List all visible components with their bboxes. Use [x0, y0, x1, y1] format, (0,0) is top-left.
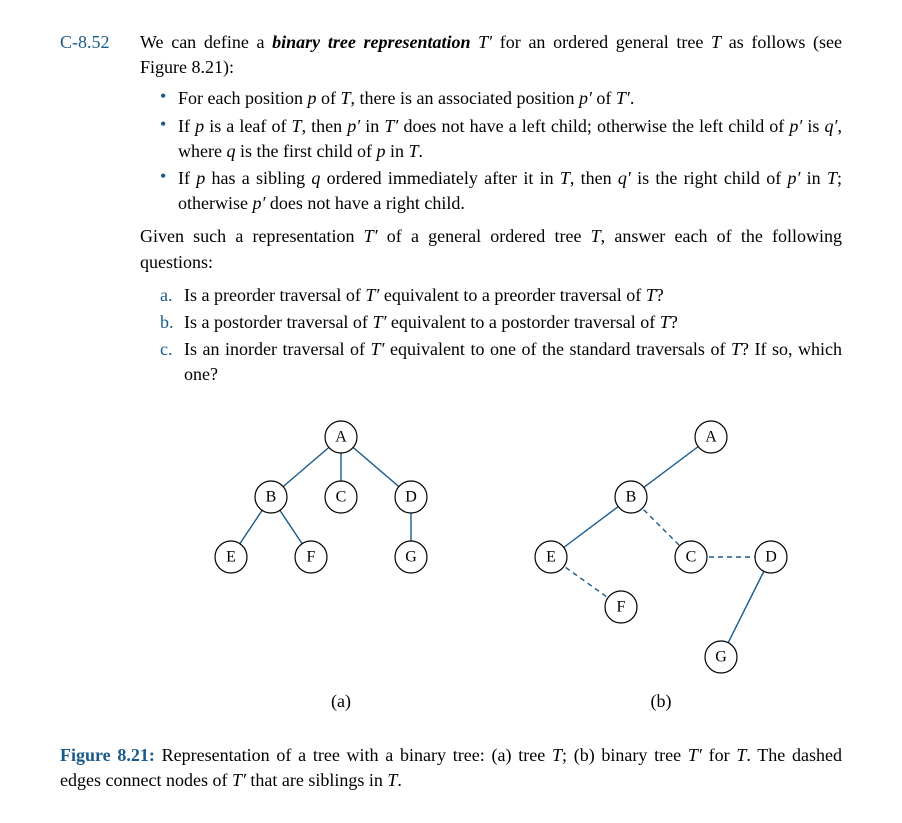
svg-text:F: F — [307, 549, 316, 566]
svg-text:G: G — [715, 649, 727, 666]
problem-number: C-8.52 — [60, 30, 140, 55]
question-text: Is a preorder traversal of T′ equivalent… — [184, 283, 842, 308]
figure-label: Figure 8.21: — [60, 745, 155, 765]
bullet-text: If p is a leaf of T, then p′ in T′ does … — [178, 114, 842, 164]
svg-text:E: E — [226, 549, 236, 566]
svg-text:C: C — [686, 549, 697, 566]
intro-bold: binary tree representation — [272, 32, 470, 52]
svg-text:D: D — [405, 489, 417, 506]
given-paragraph: Given such a representation T′ of a gene… — [140, 224, 842, 274]
node-b2: B — [615, 481, 647, 513]
question-text: Is a postorder traversal of T′ equivalen… — [184, 310, 842, 335]
bullet-item: • If p is a leaf of T, then p′ in T′ doe… — [160, 114, 842, 164]
node-a: A — [325, 421, 357, 453]
svg-text:B: B — [266, 489, 277, 506]
node-c: C — [325, 481, 357, 513]
svg-text:E: E — [546, 549, 556, 566]
figure-svg: A B C D E F G (a) — [171, 407, 811, 717]
bullet-item: • For each position p of T, there is an … — [160, 86, 842, 111]
figure-caption: Figure 8.21: Representation of a tree wi… — [60, 743, 842, 793]
svg-text:F: F — [617, 599, 626, 616]
figure-caption-text: Representation of a tree with a binary t… — [60, 745, 842, 790]
svg-text:C: C — [336, 489, 347, 506]
problem-block: C-8.52 We can define a binary tree repre… — [60, 30, 842, 735]
intro-line: We can define a binary tree representati… — [140, 30, 842, 80]
node-f2: F — [605, 591, 637, 623]
bullet-item: • If p has a sibling q ordered immediate… — [160, 166, 842, 216]
node-e: E — [215, 541, 247, 573]
bullet-list: • For each position p of T, there is an … — [160, 86, 842, 216]
node-c2: C — [675, 541, 707, 573]
figure-area: A B C D E F G (a) — [140, 407, 842, 724]
bullet-text: For each position p of T, there is an as… — [178, 86, 842, 111]
node-e2: E — [535, 541, 567, 573]
bullet-icon: • — [160, 114, 178, 136]
question-a: a. Is a preorder traversal of T′ equival… — [160, 283, 842, 308]
question-label: b. — [160, 310, 184, 335]
svg-text:A: A — [705, 429, 717, 446]
node-b: B — [255, 481, 287, 513]
node-a2: A — [695, 421, 727, 453]
question-label: a. — [160, 283, 184, 308]
node-d2: D — [755, 541, 787, 573]
node-d: D — [395, 481, 427, 513]
node-g2: G — [705, 641, 737, 673]
bullet-icon: • — [160, 166, 178, 188]
node-g: G — [395, 541, 427, 573]
sublabel-a: (a) — [331, 691, 351, 712]
problem-body: We can define a binary tree representati… — [140, 30, 842, 735]
bullet-text: If p has a sibling q ordered immediately… — [178, 166, 842, 216]
svg-text:G: G — [405, 549, 417, 566]
svg-text:D: D — [765, 549, 777, 566]
tree-b: A B E C D F G (b) — [535, 421, 787, 712]
svg-text:B: B — [626, 489, 637, 506]
node-f: F — [295, 541, 327, 573]
question-text: Is an inorder traversal of T′ equivalent… — [184, 337, 842, 387]
question-b: b. Is a postorder traversal of T′ equiva… — [160, 310, 842, 335]
bullet-icon: • — [160, 86, 178, 108]
svg-text:A: A — [335, 429, 347, 446]
question-list: a. Is a preorder traversal of T′ equival… — [160, 283, 842, 388]
tree-a: A B C D E F G (a) — [215, 421, 427, 712]
question-c: c. Is an inorder traversal of T′ equival… — [160, 337, 842, 387]
sublabel-b: (b) — [651, 691, 672, 712]
intro-text-1: We can define a — [140, 32, 272, 52]
question-label: c. — [160, 337, 184, 362]
